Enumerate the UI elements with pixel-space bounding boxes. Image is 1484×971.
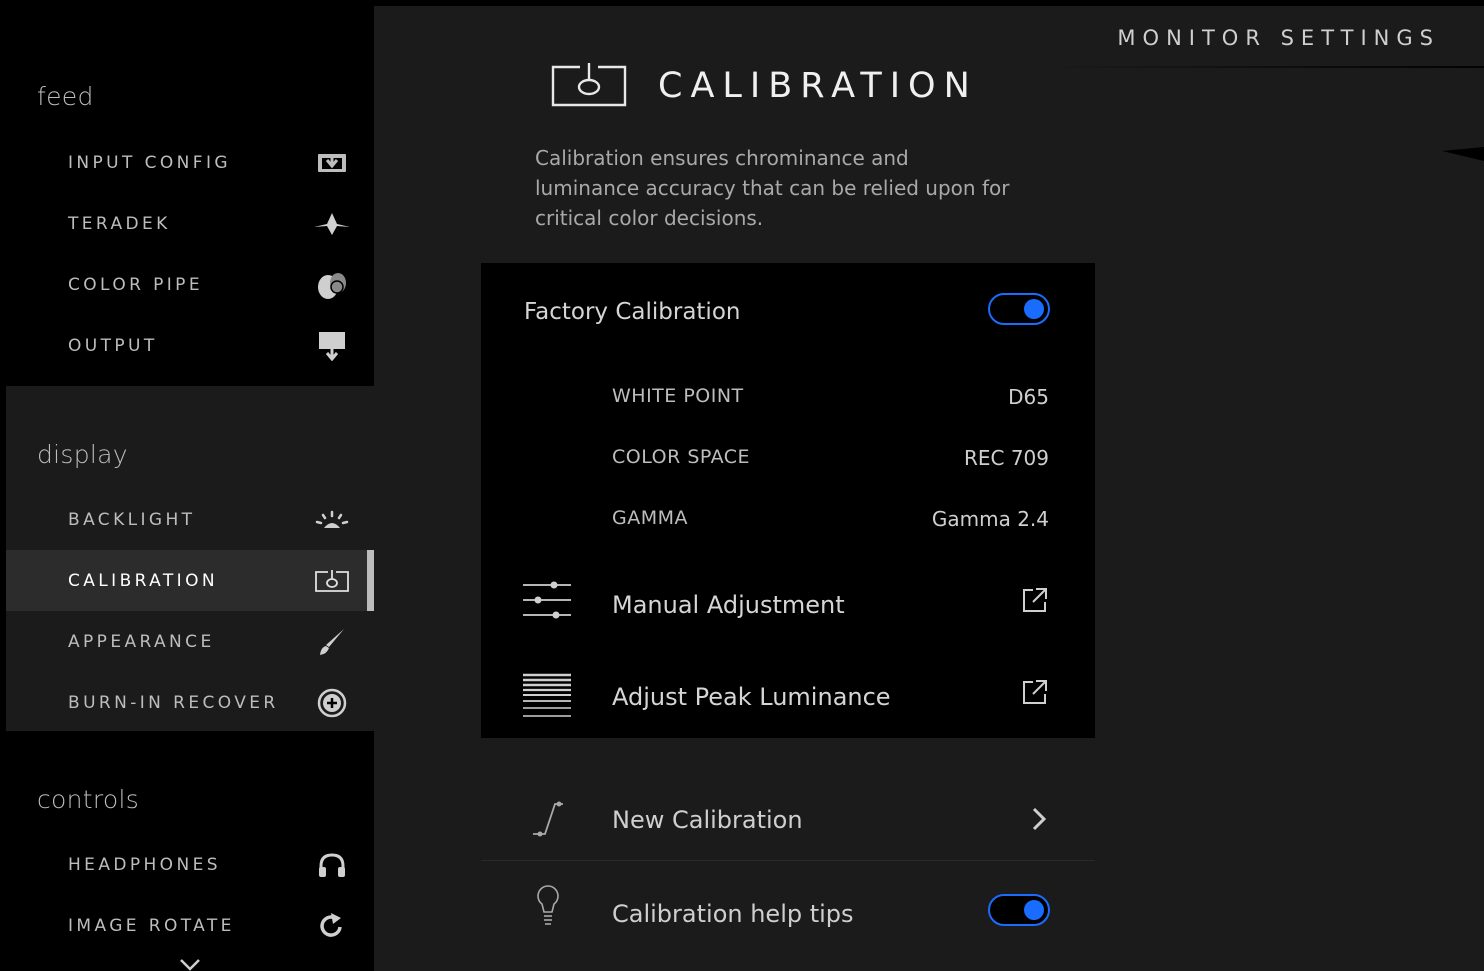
chevron-right-icon bbox=[1031, 806, 1047, 836]
scroll-down-chevron-icon[interactable] bbox=[179, 957, 201, 971]
calibration-icon bbox=[312, 561, 352, 601]
sidebar-item-label: IMAGE ROTATE bbox=[68, 915, 235, 936]
page-title-row: CALIBRATION bbox=[550, 62, 978, 110]
toggle-knob bbox=[1024, 900, 1044, 920]
adjust-peak-luminance-link[interactable]: Adjust Peak Luminance bbox=[612, 683, 891, 711]
factory-calibration-toggle[interactable] bbox=[988, 293, 1050, 325]
white-point-label: WHITE POINT bbox=[612, 385, 744, 407]
sidebar-item-teradek[interactable]: TERADEK bbox=[6, 193, 374, 254]
sidebar-group-feed: feed INPUT CONFIG TERADEK COLOR PIPE OUT… bbox=[6, 6, 374, 386]
sidebar-item-burn-in-recover[interactable]: BURN-IN RECOVER bbox=[6, 672, 374, 733]
header-divider bbox=[1036, 66, 1484, 68]
teradek-icon bbox=[312, 204, 352, 244]
new-calibration-label: New Calibration bbox=[612, 806, 803, 834]
brush-icon bbox=[312, 622, 352, 662]
sidebar-item-input-config[interactable]: INPUT CONFIG bbox=[6, 132, 374, 193]
header-accent-shape bbox=[1442, 146, 1484, 165]
external-link-icon[interactable] bbox=[1021, 678, 1049, 710]
gamma-label: GAMMA bbox=[612, 507, 689, 529]
output-icon bbox=[312, 326, 352, 366]
sidebar: feed INPUT CONFIG TERADEK COLOR PIPE OUT… bbox=[6, 6, 374, 971]
sidebar-group-controls: controls HEADPHONES IMAGE ROTATE bbox=[6, 731, 374, 971]
sidebar-item-label: HEADPHONES bbox=[68, 854, 221, 875]
help-tips-toggle[interactable] bbox=[988, 894, 1050, 926]
row-divider bbox=[481, 860, 1095, 861]
lightbulb-icon bbox=[536, 884, 560, 930]
input-config-icon bbox=[312, 143, 352, 183]
sidebar-item-headphones[interactable]: HEADPHONES bbox=[6, 834, 374, 895]
luminance-lines-icon bbox=[523, 673, 571, 723]
sidebar-item-calibration[interactable]: CALIBRATION bbox=[6, 550, 374, 611]
rotate-icon bbox=[312, 906, 352, 946]
calibration-help-tips-row: Calibration help tips bbox=[481, 876, 1095, 948]
sidebar-item-label: TERADEK bbox=[68, 213, 171, 234]
backlight-icon bbox=[312, 500, 352, 540]
sidebar-item-label: APPEARANCE bbox=[68, 631, 215, 652]
sidebar-item-label: BACKLIGHT bbox=[68, 509, 196, 530]
headphones-icon bbox=[312, 845, 352, 885]
toggle-knob bbox=[1024, 299, 1044, 319]
sidebar-group-title: feed bbox=[37, 82, 94, 111]
sidebar-group-title: controls bbox=[37, 785, 140, 814]
color-pipe-icon bbox=[312, 265, 352, 305]
manual-adjustment-link[interactable]: Manual Adjustment bbox=[612, 591, 845, 619]
factory-calibration-panel: Factory Calibration WHITE POINT D65 COLO… bbox=[481, 263, 1095, 738]
header-title: MONITOR SETTINGS bbox=[1117, 26, 1440, 50]
sidebar-item-label: CALIBRATION bbox=[68, 570, 218, 591]
external-link-icon[interactable] bbox=[1021, 586, 1049, 618]
sidebar-item-label: OUTPUT bbox=[68, 335, 158, 356]
app-window: feed INPUT CONFIG TERADEK COLOR PIPE OUT… bbox=[6, 6, 1484, 971]
page-title: CALIBRATION bbox=[658, 66, 978, 106]
sidebar-item-image-rotate[interactable]: IMAGE ROTATE bbox=[6, 895, 374, 956]
sidebar-item-label: COLOR PIPE bbox=[68, 274, 203, 295]
sidebar-item-color-pipe[interactable]: COLOR PIPE bbox=[6, 254, 374, 315]
sidebar-item-output[interactable]: OUTPUT bbox=[6, 315, 374, 376]
plus-circle-icon bbox=[312, 683, 352, 723]
white-point-value: D65 bbox=[1008, 385, 1049, 409]
sidebar-item-label: BURN-IN RECOVER bbox=[68, 692, 279, 713]
sidebar-item-backlight[interactable]: BACKLIGHT bbox=[6, 489, 374, 550]
active-indicator bbox=[367, 550, 374, 611]
calibration-icon bbox=[550, 60, 628, 112]
curve-icon bbox=[531, 798, 567, 842]
help-tips-label: Calibration help tips bbox=[612, 900, 854, 928]
sliders-icon bbox=[523, 579, 571, 625]
page-description: Calibration ensures chrominance and lumi… bbox=[535, 146, 1010, 230]
sidebar-item-appearance[interactable]: APPEARANCE bbox=[6, 611, 374, 672]
sidebar-group-display: display BACKLIGHT CALIBRATION APPEARANCE… bbox=[6, 386, 374, 731]
color-space-label: COLOR SPACE bbox=[612, 446, 751, 468]
color-space-value: REC 709 bbox=[963, 446, 1049, 470]
new-calibration-row[interactable]: New Calibration bbox=[481, 788, 1095, 860]
sidebar-item-label: INPUT CONFIG bbox=[68, 152, 231, 173]
sidebar-group-title: display bbox=[37, 440, 128, 469]
gamma-value: Gamma 2.4 bbox=[931, 507, 1049, 531]
factory-calibration-label: Factory Calibration bbox=[524, 299, 741, 325]
